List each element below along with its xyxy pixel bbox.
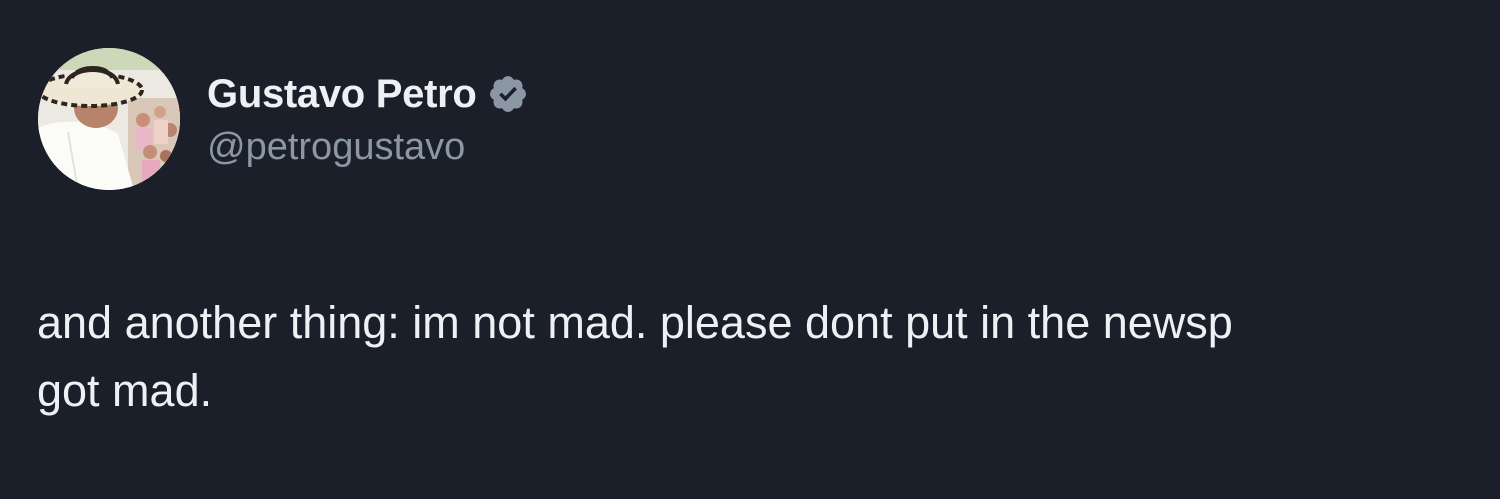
display-name[interactable]: Gustavo Petro <box>207 72 477 117</box>
tweet-text-line-1: and another thing: im not mad. please do… <box>37 297 1233 348</box>
tweet-text-line-2: got mad. <box>37 365 213 416</box>
tweet-text: and another thing: im not mad. please do… <box>37 289 1500 425</box>
user-info: Gustavo Petro @petrogustavo <box>207 66 529 169</box>
tweet-card: Gustavo Petro @petrogustavo and another … <box>0 0 1500 499</box>
user-handle[interactable]: @petrogustavo <box>207 126 529 169</box>
verified-badge-icon <box>487 73 529 115</box>
avatar[interactable] <box>38 48 180 190</box>
avatar-image <box>38 48 180 190</box>
name-row: Gustavo Petro <box>207 66 529 122</box>
